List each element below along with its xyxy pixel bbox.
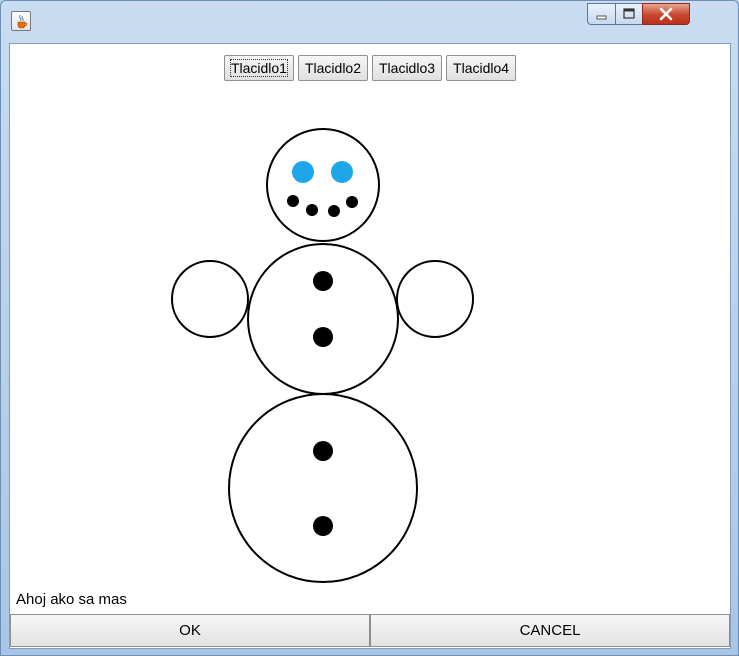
close-icon [659, 7, 673, 21]
mouth-dot [306, 204, 318, 216]
maximize-icon [623, 8, 635, 19]
java-coffee-cup-icon[interactable] [11, 11, 31, 31]
mouth-dot [328, 205, 340, 217]
snowman-head [266, 128, 380, 242]
mouth-dot [287, 195, 299, 207]
close-button[interactable] [642, 3, 690, 25]
torso-button-dot [313, 271, 333, 291]
bottom-button-bar: OK CANCEL [10, 614, 730, 647]
status-label: Ahoj ako sa mas [16, 591, 127, 608]
app-window: Tlacidlo1 Tlacidlo2 Tlacidlo3 Tlacidlo4 [0, 0, 739, 656]
content-panel: Tlacidlo1 Tlacidlo2 Tlacidlo3 Tlacidlo4 [9, 43, 731, 649]
snowman-left-eye [292, 161, 314, 183]
cancel-button[interactable]: CANCEL [370, 614, 730, 647]
minimize-icon [596, 15, 607, 20]
torso-button-dot [313, 327, 333, 347]
snowman-drawing [171, 128, 474, 583]
minimize-button[interactable] [587, 3, 616, 25]
snowman-right-hand [396, 260, 474, 338]
snowman-base [228, 393, 418, 583]
maximize-button[interactable] [615, 3, 643, 25]
base-button-dot [313, 441, 333, 461]
snowman-right-eye [331, 161, 353, 183]
ok-button[interactable]: OK [10, 614, 370, 647]
mouth-dot [346, 196, 358, 208]
snowman-left-hand [171, 260, 249, 338]
base-button-dot [313, 516, 333, 536]
snowman-torso [247, 243, 399, 395]
title-bar[interactable] [1, 1, 738, 37]
